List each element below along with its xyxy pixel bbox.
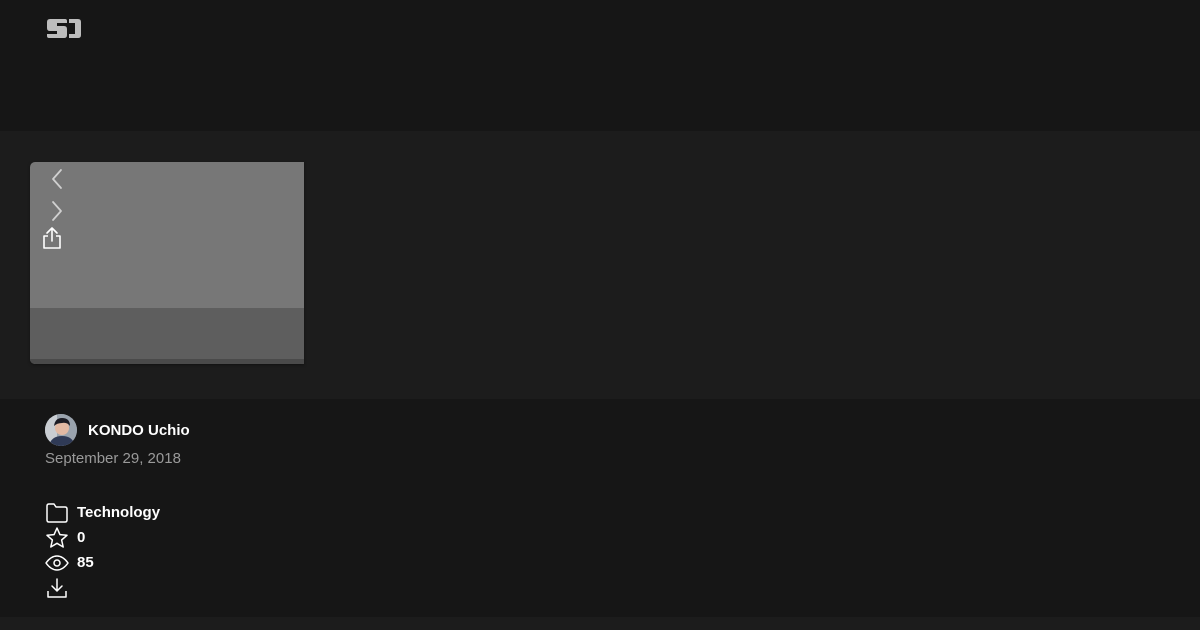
category-label: Technology bbox=[77, 504, 161, 521]
progress-strip bbox=[30, 359, 304, 364]
chevron-right-icon bbox=[52, 201, 62, 221]
publish-date: September 29, 2018 bbox=[45, 450, 181, 467]
star-button[interactable]: 0 bbox=[45, 525, 160, 550]
category-link[interactable]: Technology bbox=[45, 500, 160, 525]
slide-stage bbox=[0, 131, 1200, 399]
top-bar bbox=[0, 0, 1200, 131]
page: KONDO Uchio September 29, 2018 Technolog… bbox=[0, 0, 1200, 630]
eye-icon bbox=[45, 551, 69, 575]
stats-list: Technology 0 85 bbox=[45, 500, 160, 600]
share-icon bbox=[43, 227, 61, 249]
deck-meta: KONDO Uchio September 29, 2018 Technolog… bbox=[0, 399, 1200, 617]
star-icon bbox=[45, 526, 69, 550]
views-row: 85 bbox=[45, 550, 160, 575]
avatar[interactable] bbox=[45, 414, 77, 446]
next-slide-button[interactable] bbox=[46, 199, 68, 223]
author-row: KONDO Uchio bbox=[45, 414, 190, 446]
star-count: 0 bbox=[77, 529, 86, 546]
author-name[interactable]: KONDO Uchio bbox=[88, 422, 190, 439]
folder-icon bbox=[45, 501, 69, 525]
previous-slide-button[interactable] bbox=[46, 167, 68, 191]
slide-bottom-panel bbox=[30, 308, 304, 359]
chevron-left-icon bbox=[52, 169, 62, 189]
view-count: 85 bbox=[77, 554, 94, 571]
download-icon bbox=[45, 576, 69, 600]
speakerdeck-logo-icon[interactable] bbox=[45, 17, 82, 40]
footer-strip bbox=[0, 617, 1200, 630]
share-button[interactable] bbox=[40, 225, 64, 251]
slide-player[interactable] bbox=[30, 162, 304, 364]
download-button[interactable] bbox=[45, 575, 160, 600]
